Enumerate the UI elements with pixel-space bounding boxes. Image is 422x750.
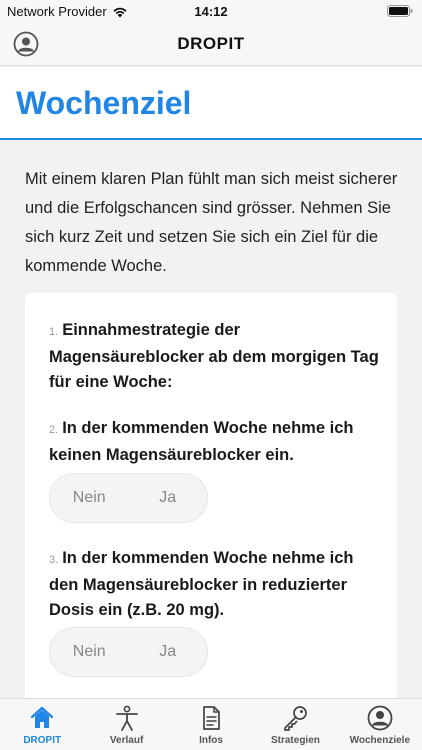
status-bar: Network Provider 14:12 — [0, 0, 422, 24]
document-icon — [203, 706, 220, 730]
tab-label: Infos — [199, 735, 223, 746]
option-no-button[interactable]: Nein — [50, 489, 129, 507]
battery-icon — [387, 5, 413, 20]
question-text: In der kommenden Woche nehme ich den Mag… — [49, 549, 354, 619]
option-yes-button[interactable]: Ja — [129, 489, 208, 507]
tab-label: Wochenziele — [349, 735, 411, 746]
tab-label: DROPIT — [23, 735, 62, 746]
tab-strategien[interactable]: Strategien — [253, 699, 337, 750]
question-number: 1. — [49, 326, 59, 338]
tab-label: Verlauf — [109, 735, 144, 746]
navigation-bar: DROPIT — [0, 24, 422, 66]
question-text: In der kommenden Woche nehme ich keinen … — [49, 419, 354, 464]
option-no-button[interactable]: Nein — [50, 643, 129, 661]
question-number: 3. — [49, 554, 59, 566]
key-icon — [284, 706, 308, 731]
goal-card: 1. Einnahmestrategie der Magensäureblocke… — [25, 293, 397, 713]
question-3: 3. In der kommenden Woche nehme ich den M… — [49, 546, 379, 623]
profile-icon — [367, 705, 393, 731]
page-title: Wochenziel — [16, 85, 192, 121]
person-icon — [115, 705, 138, 731]
question-3-toggle: Nein Ja — [49, 627, 208, 677]
question-number: 2. — [49, 424, 59, 436]
nav-title: DROPIT — [177, 34, 245, 53]
tab-infos[interactable]: Infos — [169, 699, 253, 750]
tab-label: Strategien — [270, 735, 320, 746]
question-text: Einnahmestrategie der Magensäureblocker … — [49, 321, 379, 391]
status-time: 14:12 — [194, 4, 228, 19]
option-yes-button[interactable]: Ja — [129, 643, 208, 661]
intro-text: Mit einem klaren Plan fühlt man sich mei… — [25, 170, 398, 275]
tab-wochenziele[interactable]: Wochenziele — [338, 699, 422, 750]
page-header: Wochenziel — [0, 67, 422, 140]
tab-bar: DROPIT Verlauf Infos Strategien Wochenzi… — [0, 698, 422, 750]
tab-verlauf[interactable]: Verlauf — [84, 699, 168, 750]
tab-dropit[interactable]: DROPIT — [0, 699, 84, 750]
question-2: 2. In der kommenden Woche nehme ich keine… — [49, 416, 379, 468]
question-1: 1. Einnahmestrategie der Magensäureblocke… — [49, 318, 379, 395]
app-screen: Network Provider 14:12 DROPIT Wochenziel… — [0, 0, 422, 750]
home-icon — [31, 706, 54, 728]
question-2-toggle: Nein Ja — [49, 473, 208, 523]
